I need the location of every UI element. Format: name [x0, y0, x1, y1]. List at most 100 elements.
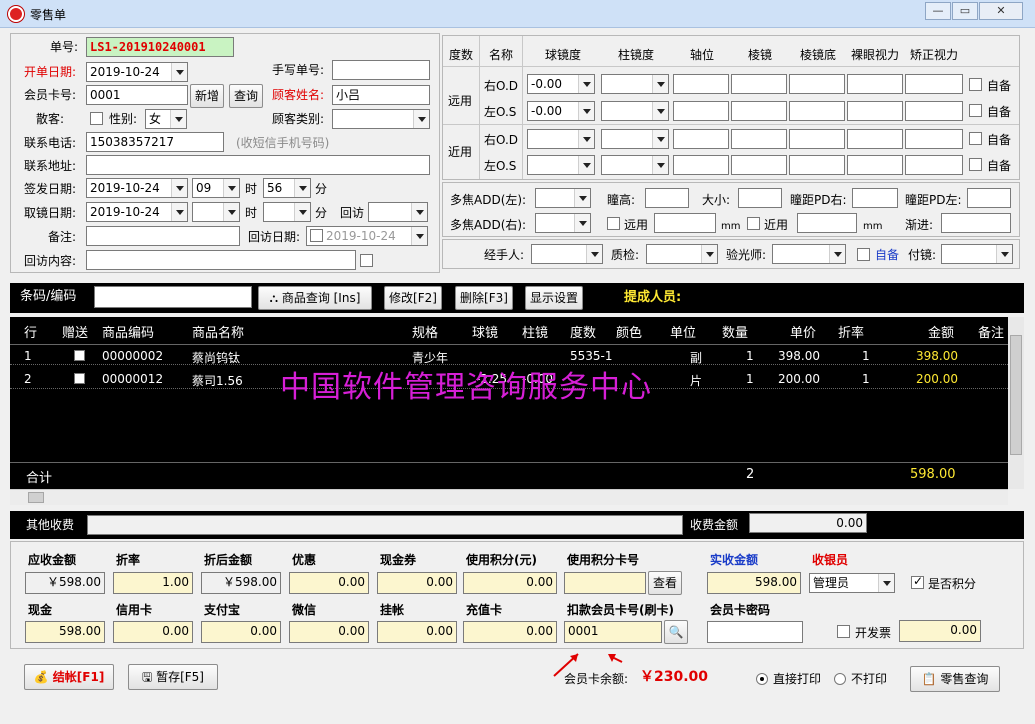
retail-query-button[interactable]: 📋 零售查询 [910, 666, 1000, 692]
invoice-checkbox[interactable] [837, 625, 850, 638]
add-left-select[interactable] [535, 188, 591, 208]
rx-prism-field[interactable] [731, 155, 787, 175]
wechat-field[interactable]: 0.00 [289, 621, 369, 643]
rx-prism-base-field[interactable] [789, 129, 845, 149]
rx-naked-vision-field[interactable] [847, 155, 903, 175]
handler-select[interactable] [531, 244, 603, 264]
rx-cyl-select[interactable] [601, 74, 669, 94]
check-points-button[interactable]: 查看 [648, 571, 682, 595]
fee-amount-field[interactable]: 0.00 [749, 513, 867, 533]
phone-field[interactable]: 15038357217 [86, 132, 224, 152]
pupil-height-field[interactable] [645, 188, 689, 208]
recharge-field[interactable]: 0.00 [463, 621, 557, 643]
customer-name-field[interactable]: 小吕 [332, 85, 430, 105]
deduct-card-field[interactable]: 0001 [564, 621, 662, 643]
account-field[interactable]: 0.00 [377, 621, 457, 643]
horizontal-scrollbar[interactable] [10, 489, 1008, 505]
barcode-input[interactable] [94, 286, 252, 308]
delete-button[interactable]: 删除[F3] [455, 286, 513, 310]
pickup-date-picker[interactable]: 2019-10-24 [86, 202, 188, 222]
rx-self-checkbox[interactable] [969, 104, 982, 117]
rx-prism-base-field[interactable] [789, 155, 845, 175]
rx-sph-select[interactable] [527, 129, 595, 149]
rx-sph-select[interactable]: -0.00 [527, 74, 595, 94]
near-use-field[interactable] [797, 213, 857, 233]
modify-button[interactable]: 修改[F2] [384, 286, 442, 310]
rx-naked-vision-field[interactable] [847, 101, 903, 121]
qc-select[interactable] [646, 244, 718, 264]
address-field[interactable] [86, 155, 430, 175]
rx-corrected-vision-field[interactable] [905, 101, 963, 121]
pd-left-field[interactable] [967, 188, 1011, 208]
revisit-date-checkbox[interactable] [310, 229, 323, 242]
cash-field[interactable]: 598.00 [25, 621, 105, 643]
product-query-button[interactable]: ⛬ 商品查询 [Ins] [258, 286, 372, 310]
far-use-field[interactable] [654, 213, 716, 233]
revisit-content-checkbox[interactable] [360, 254, 373, 267]
alipay-field[interactable]: 0.00 [201, 621, 281, 643]
rx-prism-base-field[interactable] [789, 101, 845, 121]
points-field[interactable]: 0.00 [463, 572, 557, 594]
revisit-date-picker[interactable]: 2019-10-24 [306, 226, 428, 246]
pickup-hour-select[interactable] [192, 202, 240, 222]
add-right-select[interactable] [535, 213, 591, 233]
self-bring-checkbox[interactable] [857, 248, 870, 261]
manual-no-field[interactable] [332, 60, 430, 80]
actual-field[interactable]: 598.00 [707, 572, 801, 594]
walkin-checkbox[interactable] [90, 112, 103, 125]
minimize-button[interactable]: — [925, 2, 951, 20]
issue-hour-select[interactable]: 09 [192, 178, 240, 198]
card-no-field[interactable]: 0001 [86, 85, 188, 105]
rx-cyl-select[interactable] [601, 155, 669, 175]
maximize-button[interactable]: ▭ [952, 2, 978, 20]
rx-self-checkbox[interactable] [969, 132, 982, 145]
promo-field[interactable]: 0.00 [289, 572, 369, 594]
issue-date-picker[interactable]: 2019-10-24 [86, 178, 188, 198]
rx-prism-field[interactable] [731, 129, 787, 149]
card-password-field[interactable] [707, 621, 803, 643]
rx-prism-base-field[interactable] [789, 74, 845, 94]
scroll-thumb[interactable] [28, 492, 44, 503]
is-points-checkbox[interactable] [911, 574, 924, 589]
optometrist-select[interactable] [772, 244, 846, 264]
vertical-scrollbar[interactable] [1008, 317, 1024, 489]
rx-axis-field[interactable] [673, 155, 729, 175]
hold-button[interactable]: 🖫 暂存[F5] [128, 664, 218, 690]
customer-type-select[interactable] [332, 109, 430, 129]
rx-sph-select[interactable] [527, 155, 595, 175]
rx-self-checkbox[interactable] [969, 158, 982, 171]
gender-select[interactable]: 女 [145, 109, 187, 129]
rx-axis-field[interactable] [673, 101, 729, 121]
rx-cyl-select[interactable] [601, 129, 669, 149]
other-fee-field[interactable] [87, 515, 683, 535]
query-member-button[interactable]: 查询 [229, 84, 263, 108]
discount-field[interactable]: 1.00 [113, 572, 193, 594]
remark-field[interactable] [86, 226, 240, 246]
rx-corrected-vision-field[interactable] [905, 129, 963, 149]
rx-axis-field[interactable] [673, 74, 729, 94]
close-button[interactable]: ✕ [979, 2, 1023, 20]
card-lookup-button[interactable]: 🔍 [664, 620, 688, 644]
print-direct-radio[interactable] [756, 673, 768, 685]
rx-naked-vision-field[interactable] [847, 129, 903, 149]
pd-right-field[interactable] [852, 188, 898, 208]
display-settings-button[interactable]: 显示设置 [525, 286, 583, 310]
cashier-select[interactable]: 管理员 [809, 573, 895, 593]
order-no-field[interactable]: LS1-201910240001 [86, 37, 234, 57]
near-use-checkbox[interactable] [747, 217, 760, 230]
rx-corrected-vision-field[interactable] [905, 74, 963, 94]
checkout-button[interactable]: 💰 结帐[F1] [24, 664, 114, 690]
open-date-picker[interactable]: 2019-10-24 [86, 62, 188, 82]
rx-naked-vision-field[interactable] [847, 74, 903, 94]
revisit-content-field[interactable] [86, 250, 356, 270]
rx-corrected-vision-field[interactable] [905, 155, 963, 175]
no-print-radio[interactable] [834, 673, 846, 685]
add-member-button[interactable]: 新增 [190, 84, 224, 108]
far-use-checkbox[interactable] [607, 217, 620, 230]
revisit-select[interactable] [368, 202, 428, 222]
pickup-minute-select[interactable] [263, 202, 311, 222]
rx-sph-select[interactable]: -0.00 [527, 101, 595, 121]
credit-field[interactable]: 0.00 [113, 621, 193, 643]
gift-checkbox[interactable] [74, 373, 85, 384]
gift-checkbox[interactable] [74, 350, 85, 361]
